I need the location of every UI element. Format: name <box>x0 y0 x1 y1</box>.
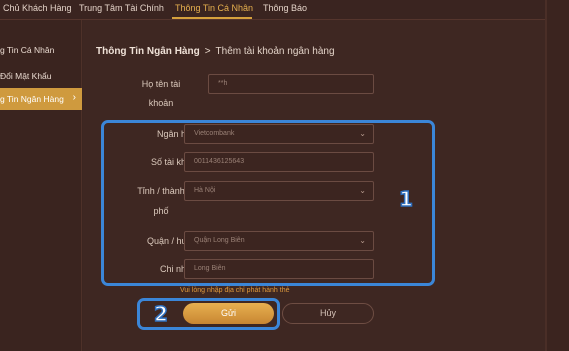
nav-personal-info[interactable]: Thông Tin Cá Nhân <box>175 3 253 13</box>
nav-notifications[interactable]: Thông Báo <box>263 3 307 13</box>
main-panel: Thông Tin Ngân Hàng > Thêm tài khoản ngân … <box>83 20 545 351</box>
highlight-box-form <box>101 120 435 286</box>
annotation-badge-1: 1 <box>398 186 413 212</box>
chevron-right-icon: › <box>72 92 76 103</box>
breadcrumb-separator: > <box>204 46 211 57</box>
breadcrumb: Thông Tin Ngân Hàng > Thêm tài khoản ngân … <box>96 46 335 57</box>
sidebar-item-personal-info[interactable]: g Tin Cá Nhân <box>0 39 82 61</box>
sidebar-item-change-password[interactable]: Đổi Mật Khẩu <box>0 65 82 87</box>
nav-customer[interactable]: Chủ Khách Hàng <box>3 3 72 13</box>
nav-finance-center[interactable]: Trung Tâm Tài Chính <box>79 3 164 13</box>
helper-text: Vui lòng nhập địa chỉ phát hành thẻ <box>180 287 290 294</box>
fullname-field: **h <box>208 74 374 94</box>
fullname-value: **h <box>218 80 228 87</box>
fullname-label-line1: Họ tên tài <box>141 79 181 89</box>
top-nav: Chủ Khách Hàng Trung Tâm Tài Chính Thông… <box>0 0 569 20</box>
right-edge <box>545 0 569 351</box>
sidebar-item-label: g Tin Ngân Hàng <box>0 94 64 104</box>
sidebar-item-label: g Tin Cá Nhân <box>0 45 55 55</box>
divider <box>545 0 547 351</box>
sidebar: g Tin Cá Nhân Đổi Mật Khẩu g Tin Ngân Hà… <box>0 20 82 351</box>
sidebar-item-bank-info[interactable]: g Tin Ngân Hàng › <box>0 88 82 110</box>
breadcrumb-current: Thêm tài khoản ngân hàng <box>215 46 335 57</box>
fullname-label-line2: khoản <box>148 98 174 108</box>
cancel-button[interactable]: Hủy <box>282 303 374 324</box>
annotation-badge-2: 2 <box>153 301 168 327</box>
sidebar-item-label: Đổi Mật Khẩu <box>0 71 52 81</box>
active-tab-indicator <box>172 17 252 19</box>
breadcrumb-parent[interactable]: Thông Tin Ngân Hàng <box>96 46 200 57</box>
fullname-label: Họ tên tài khoản <box>121 79 201 108</box>
submit-button[interactable]: Gửi <box>183 303 274 324</box>
